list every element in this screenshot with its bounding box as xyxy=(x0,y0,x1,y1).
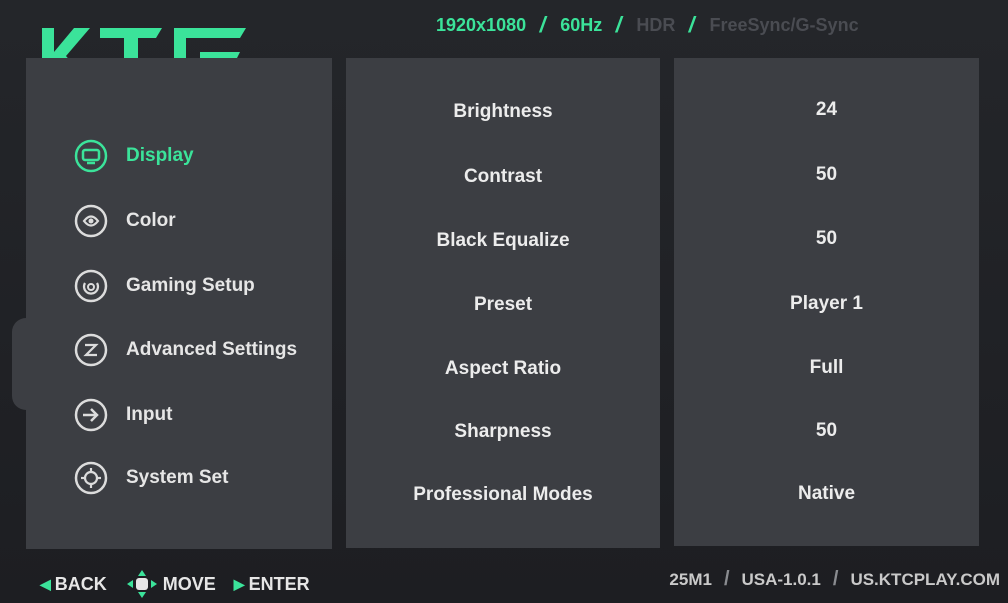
color-icon xyxy=(74,204,108,238)
settings-value-panel: 24 50 50 Player 1 Full 50 Native xyxy=(674,58,979,546)
monitor-icon xyxy=(74,139,108,173)
setting-preset-label[interactable]: Preset xyxy=(346,294,660,316)
gear-icon xyxy=(74,461,108,495)
info-separator: / xyxy=(723,568,730,590)
setting-brightness-value[interactable]: 24 xyxy=(674,99,979,121)
setting-black-equalize-value[interactable]: 50 xyxy=(674,228,979,250)
status-bar: 1920x1080 / 60Hz / HDR / FreeSync/G-Sync xyxy=(436,10,859,40)
menu-item-advanced-settings[interactable]: Advanced Settings xyxy=(74,332,297,368)
setting-black-equalize-label[interactable]: Black Equalize xyxy=(346,230,660,252)
setting-contrast-value[interactable]: 50 xyxy=(674,164,979,186)
back-label: BACK xyxy=(54,573,107,594)
menu-item-label: Gaming Setup xyxy=(126,275,255,296)
setting-brightness-label[interactable]: Brightness xyxy=(346,101,660,123)
gaming-icon xyxy=(74,269,108,303)
menu-item-input[interactable]: Input xyxy=(74,397,172,433)
setting-contrast-label[interactable]: Contrast xyxy=(346,166,660,188)
resolution-indicator: 1920x1080 xyxy=(436,14,527,35)
setting-preset-value[interactable]: Player 1 xyxy=(674,293,979,315)
device-info: 25M1 / USA-1.0.1 / US.KTCPLAY.COM xyxy=(669,568,1000,591)
status-separator: / xyxy=(687,12,698,37)
menu-item-label: System Set xyxy=(126,467,229,488)
osd-menu: 1920x1080 / 60Hz / HDR / FreeSync/G-Sync… xyxy=(0,0,1008,603)
hdr-indicator: HDR xyxy=(636,14,676,35)
setting-sharpness-value[interactable]: 50 xyxy=(674,420,979,442)
menu-item-system-set[interactable]: System Set xyxy=(74,460,228,496)
firmware-version: USA-1.0.1 xyxy=(741,569,821,589)
menu-item-display[interactable]: Display xyxy=(74,138,194,174)
refresh-rate-indicator: 60Hz xyxy=(560,14,603,35)
setting-professional-modes-label[interactable]: Professional Modes xyxy=(346,484,660,506)
advanced-icon xyxy=(74,333,108,367)
model-number: 25M1 xyxy=(669,569,712,589)
enter-hint[interactable]: ▶ ENTER xyxy=(234,574,310,595)
info-separator: / xyxy=(832,568,839,590)
status-separator: / xyxy=(537,12,549,37)
settings-label-panel: Brightness Contrast Black Equalize Prese… xyxy=(346,58,660,548)
left-arrow-icon: ◀ xyxy=(40,575,51,592)
back-hint[interactable]: ◀ BACK xyxy=(40,574,107,595)
website: US.KTCPLAY.COM xyxy=(850,569,1000,589)
setting-aspect-ratio-label[interactable]: Aspect Ratio xyxy=(346,358,660,380)
status-separator: / xyxy=(614,12,625,37)
sync-indicator: FreeSync/G-Sync xyxy=(709,14,859,35)
setting-aspect-ratio-value[interactable]: Full xyxy=(674,357,979,379)
dpad-icon xyxy=(126,570,157,598)
input-icon xyxy=(74,398,108,432)
move-label: MOVE xyxy=(162,573,216,594)
move-hint[interactable]: MOVE xyxy=(125,568,216,600)
menu-item-label: Color xyxy=(126,210,176,231)
right-arrow-icon: ▶ xyxy=(233,575,245,592)
menu-item-label: Advanced Settings xyxy=(126,339,298,360)
menu-item-label: Display xyxy=(126,145,194,166)
menu-item-color[interactable]: Color xyxy=(74,203,176,239)
menu-item-label: Input xyxy=(126,404,173,425)
enter-label: ENTER xyxy=(248,573,310,594)
setting-sharpness-label[interactable]: Sharpness xyxy=(346,421,660,443)
setting-professional-modes-value[interactable]: Native xyxy=(674,483,979,505)
menu-item-gaming-setup[interactable]: Gaming Setup xyxy=(74,268,255,304)
navigation-hints: ◀ BACK MOVE ▶ ENTER xyxy=(40,568,310,600)
